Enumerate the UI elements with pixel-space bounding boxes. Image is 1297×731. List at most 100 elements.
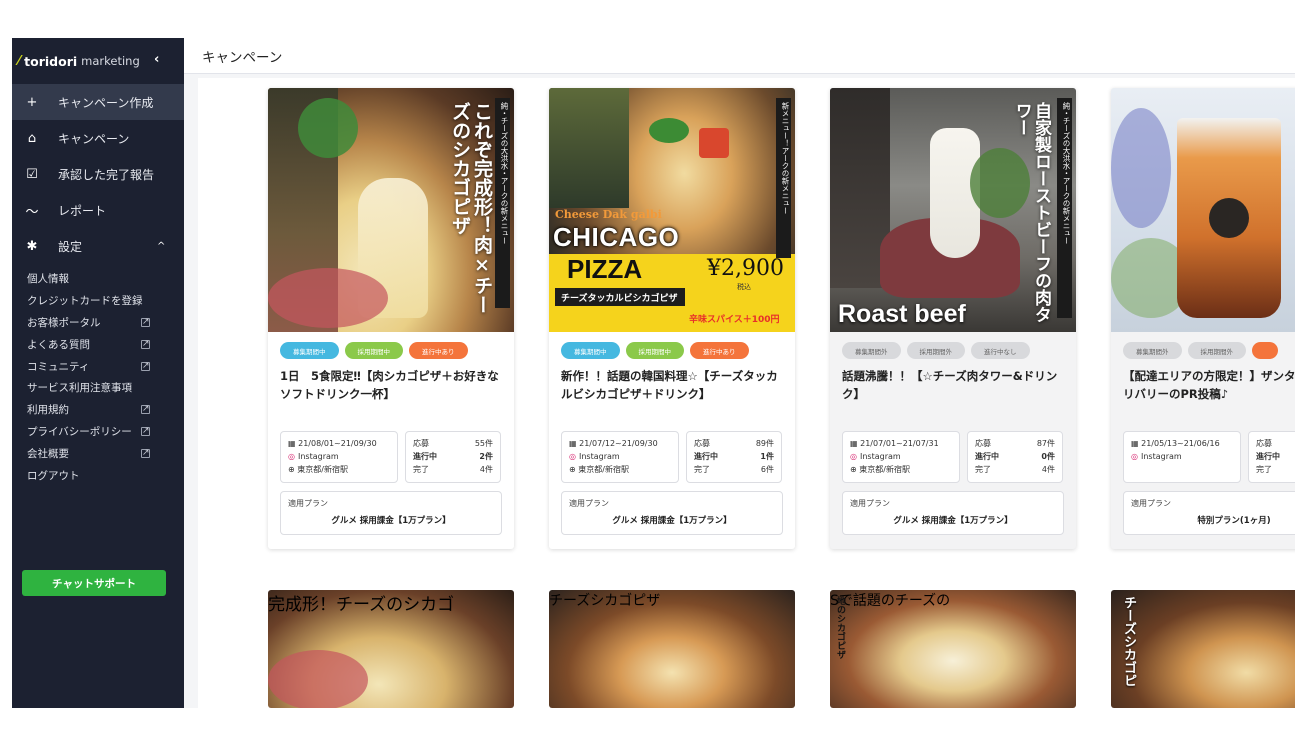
nav-item-approved-reports[interactable]: ☑ 承認した完了報告 xyxy=(12,156,184,192)
image-text-roast-beef: Roast beef xyxy=(838,300,966,328)
chat-support-button[interactable]: チャットサポート xyxy=(22,570,166,596)
image-text-pizza: PIZZA xyxy=(567,254,643,284)
campaign-card-image[interactable]: チーズシカゴピ xyxy=(1111,590,1295,708)
external-link-icon: ↗ xyxy=(141,338,150,349)
nav-label: キャンペーン xyxy=(58,131,130,146)
settings-item-label: お客様ポータル xyxy=(27,316,101,329)
stat-value: 4件 xyxy=(1041,464,1055,474)
campaign-card[interactable]: Roast beef 自家製ローストビーフの肉タワー 純・チーズの大洪水・アーク… xyxy=(830,88,1076,549)
image-strip-text: 純・チーズの大洪水・アークの新メニュー xyxy=(1057,98,1072,318)
plan-value: 特別プラン(1ヶ月) xyxy=(1197,516,1271,526)
plan-value: グルメ 採用課金【1万プラン】 xyxy=(893,516,1013,526)
external-link-icon: ↗ xyxy=(141,360,150,371)
campaign-card-image[interactable]: 完成形！チーズのシカゴ xyxy=(268,590,514,708)
stat-label: 進行中 xyxy=(413,451,437,461)
campaign-card[interactable]: Cheese Dak galbi CHICAGO PIZZA ¥2,900 税込… xyxy=(549,88,795,549)
settings-item-faq[interactable]: よくある質問 ↗ xyxy=(12,333,184,355)
location-icon: ⊕ xyxy=(569,464,576,474)
stat-label: 完了 xyxy=(1256,464,1272,474)
stat-value: 6件 xyxy=(760,464,774,474)
settings-item-service-notes[interactable]: サービス利用注意事項 xyxy=(12,377,184,399)
brand-logo[interactable]: ⁄ toridori marketing ‹ xyxy=(12,38,184,84)
settings-item-credit-card[interactable]: クレジットカードを登録 xyxy=(12,290,184,312)
status-badge: 募集期間外 xyxy=(1123,342,1182,359)
campaign-card[interactable]: 募集期間外 採用期間外 【配達エリアの方限定！】ザンタピオカデリバリーのPR投稿… xyxy=(1111,88,1295,549)
settings-item-label: コミュニティ xyxy=(27,360,90,373)
nav-item-reports[interactable]: 〜 レポート xyxy=(12,192,184,228)
nav-item-settings[interactable]: ✱ 設定 ^ xyxy=(12,228,184,264)
stat-value: 55件 xyxy=(474,439,493,448)
settings-item-community[interactable]: コミュニティ ↗ xyxy=(12,355,184,377)
campaign-card[interactable]: これぞ完成形！肉×チーズのシカゴピザ 純・チーズの大洪水・アークの新メニュー 募… xyxy=(268,88,514,549)
settings-item-profile[interactable]: 個人情報 xyxy=(12,268,184,290)
campaign-info: ▦ 21/07/12~21/09/30 ◎ Instagram ⊕ 東京都/新宿駅… xyxy=(549,411,795,483)
location: 東京都/新宿駅 xyxy=(297,464,348,474)
campaign-info: ▦ 21/08/01~21/09/30 ◎ Instagram ⊕ 東京都/新宿駅… xyxy=(268,411,514,483)
status-badges: 募集期間中 採用期間中 進行中あり xyxy=(549,332,795,359)
campaign-card-image[interactable]: 地のシカゴピザ Sで話題のチーズの xyxy=(830,590,1076,708)
campaign-image: Cheese Dak galbi CHICAGO PIZZA ¥2,900 税込… xyxy=(549,88,795,332)
platform: Instagram xyxy=(578,451,620,461)
nav-item-create-campaign[interactable]: + キャンペーン作成 xyxy=(12,84,184,120)
settings-item-label: よくある質問 xyxy=(27,338,90,351)
stat-value: 87件 xyxy=(1036,439,1055,448)
settings-item-label: プライバシーポリシー xyxy=(27,425,132,438)
status-badge: 進行中あり xyxy=(409,342,468,359)
location: 東京都/新宿駅 xyxy=(578,464,629,474)
image-dish-name: チーズタッカルビシカゴピザ xyxy=(555,288,685,306)
gear-icon: ✱ xyxy=(26,238,38,254)
app-window: ⁄ toridori marketing ‹ + キャンペーン作成 ⌂ キャンペ… xyxy=(12,38,1295,708)
image-spicy: 辛味スパイス＋100円 xyxy=(689,315,780,325)
campaign-title[interactable]: 【配達エリアの方限定！】ザンタピオカデリバリーのPR投稿♪ xyxy=(1111,359,1295,411)
plan-box: 適用プラン グルメ 採用課金【1万プラン】 xyxy=(561,491,783,535)
settings-item-portal[interactable]: お客様ポータル ↗ xyxy=(12,312,184,334)
plan-label: 適用プラン xyxy=(850,499,890,508)
calendar-icon: ▦ xyxy=(1131,439,1139,448)
status-badge: 募集期間中 xyxy=(280,342,339,359)
image-strip-text: 純・チーズの大洪水・アークの新メニュー xyxy=(495,98,510,308)
nav-label: 承認した完了報告 xyxy=(58,167,155,182)
nav-item-campaigns[interactable]: ⌂ キャンペーン xyxy=(12,120,184,156)
image-caption: チーズシカゴピザ xyxy=(549,593,661,609)
instagram-icon: ◎ xyxy=(569,451,576,461)
status-badge xyxy=(1252,342,1278,359)
stat-label: 応募 xyxy=(1256,439,1272,448)
instagram-icon: ◎ xyxy=(288,451,295,461)
stat-label: 応募 xyxy=(413,439,429,448)
collapse-sidebar-icon[interactable]: ‹ xyxy=(154,52,159,67)
plan-label: 適用プラン xyxy=(288,499,328,508)
stat-label: 完了 xyxy=(975,464,991,474)
home-icon: ⌂ xyxy=(27,130,37,146)
image-caption: チーズシカゴピ xyxy=(1121,596,1136,687)
campaign-title[interactable]: 話題沸騰！！【☆チーズ肉タワー&ドリンク】 xyxy=(830,359,1076,411)
stat-value: 89件 xyxy=(755,439,774,448)
status-badges: 募集期間外 採用期間外 進行中なし xyxy=(830,332,1076,359)
campaign-date: 21/08/01~21/09/30 xyxy=(298,439,377,448)
campaign-stats: 応募 進行中 完了 xyxy=(1248,431,1295,483)
status-badges: 募集期間中 採用期間中 進行中あり xyxy=(268,332,514,359)
status-badge: 採用期間中 xyxy=(625,342,684,359)
plan-value: グルメ 採用課金【1万プラン】 xyxy=(331,516,451,526)
nav-label: レポート xyxy=(58,203,107,218)
chevron-up-icon: ^ xyxy=(157,240,166,252)
image-price-sub: 税込 xyxy=(737,283,751,291)
settings-item-label: 会社概要 xyxy=(27,447,69,460)
settings-item-company[interactable]: 会社概要 ↗ xyxy=(12,442,184,464)
location-icon: ⊕ xyxy=(850,464,857,474)
status-badge: 採用期間外 xyxy=(906,342,965,359)
stat-label: 進行中 xyxy=(975,451,999,461)
campaign-image: これぞ完成形！肉×チーズのシカゴピザ 純・チーズの大洪水・アークの新メニュー xyxy=(268,88,514,332)
stat-label: 完了 xyxy=(694,464,710,474)
settings-item-label: クレジットカードを登録 xyxy=(27,295,143,308)
settings-item-logout[interactable]: ログアウト xyxy=(12,464,184,486)
campaign-title[interactable]: 1日 5食限定‼【肉シカゴピザ＋お好きなソフトドリンク一杯】 xyxy=(268,359,514,411)
campaign-title[interactable]: 新作！！話題の韓国料理☆【チーズタッカルビシカゴピザ＋ドリンク】 xyxy=(549,359,795,411)
brand-suffix: marketing xyxy=(81,54,140,68)
calendar-icon: ▦ xyxy=(288,439,296,448)
stat-value: 4件 xyxy=(479,464,493,474)
settings-item-privacy[interactable]: プライバシーポリシー ↗ xyxy=(12,421,184,443)
settings-item-terms[interactable]: 利用規約 ↗ xyxy=(12,399,184,421)
settings-item-label: 個人情報 xyxy=(27,273,69,286)
campaign-card-image[interactable]: チーズシカゴピザ xyxy=(549,590,795,708)
plan-value: グルメ 採用課金【1万プラン】 xyxy=(612,516,732,526)
